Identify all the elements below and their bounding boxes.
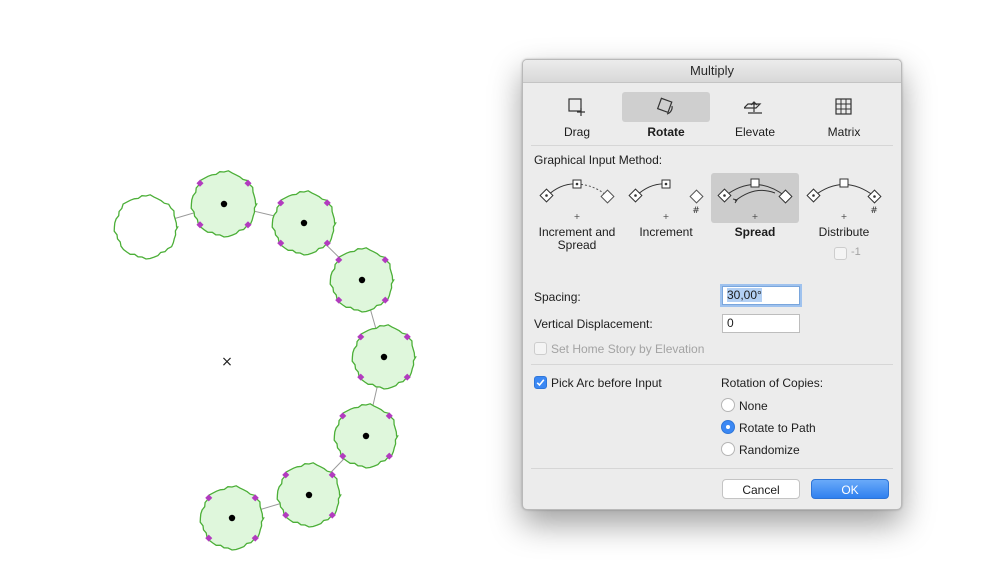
- svg-text:+: +: [663, 212, 670, 221]
- tree-center-point: [305, 491, 313, 499]
- tab-matrix-label: Matrix: [827, 125, 861, 139]
- tree-outline: [113, 194, 179, 260]
- tab-drag-label: Drag: [563, 125, 590, 139]
- tree-center-point: [300, 219, 308, 227]
- elevate-icon: [744, 101, 762, 114]
- home-story-label: Set Home Story by Elevation: [551, 342, 705, 356]
- tab-rotate[interactable]: Rotate: [622, 92, 710, 139]
- spacing-label: Spacing:: [534, 290, 581, 304]
- tree-copy[interactable]: [271, 190, 337, 256]
- tree-center-point: [362, 432, 370, 440]
- increment-icon: # +: [628, 179, 704, 221]
- rotation-rotate-to-path-label: Rotate to Path: [739, 421, 816, 435]
- cancel-button[interactable]: Cancel: [722, 479, 800, 499]
- rotation-rotate-to-path-radio[interactable]: [721, 420, 735, 434]
- spread-icon: +: [717, 178, 793, 221]
- pick-arc-checkbox[interactable]: [534, 376, 547, 389]
- rotation-none-label: None: [739, 399, 768, 413]
- separator: [531, 145, 893, 146]
- tree-center-point: [228, 514, 236, 522]
- distribute-minus-one-checkbox[interactable]: [834, 247, 847, 260]
- separator: [531, 468, 893, 469]
- tree-center-point: [358, 276, 366, 284]
- method-increment-label: Increment: [639, 225, 693, 239]
- method-label-line2: Spread: [557, 238, 597, 252]
- svg-text:+: +: [574, 212, 581, 221]
- method-increment-and-spread-label: Increment and Spread: [533, 226, 621, 252]
- rotation-center-marker: ×: [221, 354, 233, 370]
- rotation-randomize-radio[interactable]: [721, 442, 735, 456]
- arc-path: [145, 203, 385, 519]
- svg-text:+: +: [841, 212, 848, 221]
- tab-elevate-label: Elevate: [734, 125, 776, 139]
- rotation-randomize-label: Randomize: [739, 443, 800, 457]
- vertical-displacement-label: Vertical Displacement:: [534, 317, 653, 331]
- rotation-none-radio[interactable]: [721, 398, 735, 412]
- distribute-icon: # +: [806, 178, 882, 221]
- tree-copy[interactable]: [190, 170, 258, 238]
- tab-rotate-label: Rotate: [647, 125, 685, 139]
- pick-arc-label: Pick Arc before Input: [551, 376, 662, 390]
- distribute-minus-one-label: -1: [851, 246, 861, 258]
- graphical-input-label: Graphical Input Method:: [534, 153, 663, 167]
- tree-center-point: [380, 353, 388, 361]
- home-story-checkbox[interactable]: [534, 342, 547, 355]
- original-tree[interactable]: [113, 194, 179, 260]
- multiply-dialog: Multiply Drag Rotate Elevate Matrix Grap…: [522, 59, 902, 510]
- method-distribute-label: Distribute: [818, 225, 870, 239]
- tree-center-point: [220, 200, 228, 208]
- rotate-icon: [656, 97, 673, 115]
- tree-copy[interactable]: [351, 324, 417, 390]
- spacing-value: 30,00°: [727, 288, 762, 302]
- svg-text:#: #: [692, 206, 700, 216]
- checkmark-icon: [536, 379, 545, 387]
- method-label-line1: Increment and: [538, 225, 616, 239]
- tab-drag[interactable]: Drag: [533, 92, 621, 139]
- vertical-displacement-input[interactable]: 0: [722, 314, 800, 333]
- rotation-of-copies-label: Rotation of Copies:: [721, 376, 824, 390]
- tab-elevate[interactable]: Elevate: [711, 92, 799, 139]
- tree-copy[interactable]: [333, 403, 399, 469]
- method-distribute[interactable]: # +: [800, 173, 888, 223]
- method-increment-and-spread[interactable]: +: [533, 173, 621, 223]
- spacing-input[interactable]: 30,00°: [722, 286, 800, 305]
- dialog-title: Multiply: [523, 60, 901, 83]
- matrix-icon: [835, 98, 852, 115]
- svg-text:+: +: [752, 212, 759, 221]
- increment-and-spread-icon: +: [539, 179, 615, 221]
- drag-icon: [568, 98, 585, 116]
- tab-matrix[interactable]: Matrix: [800, 92, 888, 139]
- ok-button[interactable]: OK: [811, 479, 889, 499]
- separator: [531, 364, 893, 365]
- method-increment[interactable]: # +: [622, 173, 710, 223]
- svg-text:#: #: [870, 206, 878, 216]
- tree-copy[interactable]: [276, 462, 342, 528]
- tree-copy[interactable]: [329, 247, 395, 313]
- method-spread[interactable]: +: [711, 173, 799, 223]
- method-spread-label: Spread: [734, 225, 776, 239]
- tree-copy[interactable]: [199, 485, 265, 551]
